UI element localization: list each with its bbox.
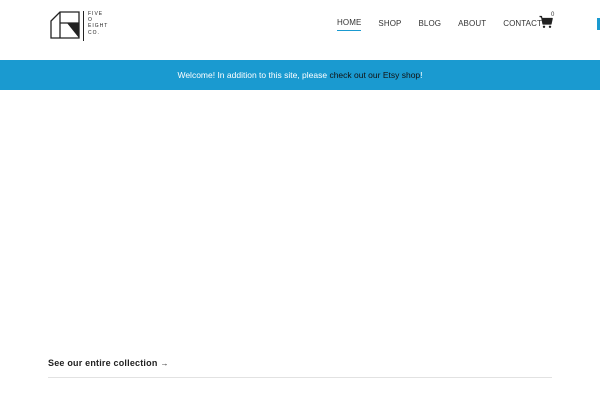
see-collection-link[interactable]: See our entire collection → xyxy=(48,358,169,368)
logo-line: CO. xyxy=(88,29,100,36)
banner-text: Welcome! In addition to this site, pleas… xyxy=(177,70,330,80)
nav-item-blog[interactable]: BLOG xyxy=(418,19,441,31)
site-header: FIVE O EIGHT CO. HOME SHOP BLOG ABOUT CO… xyxy=(0,0,600,60)
nav-item-home[interactable]: HOME xyxy=(337,18,362,31)
logo-divider xyxy=(83,11,84,41)
banner-text-end: ! xyxy=(420,70,423,80)
etsy-shop-link[interactable]: check out our Etsy shop xyxy=(329,70,420,80)
house-logo-icon xyxy=(50,11,80,39)
collection-link-label: See our entire collection xyxy=(48,358,158,368)
hero-area xyxy=(0,90,600,350)
nav-item-about[interactable]: ABOUT xyxy=(458,19,486,31)
section-divider xyxy=(48,377,552,378)
arrow-right-icon: → xyxy=(160,359,169,368)
main-nav: HOME SHOP BLOG ABOUT CONTACT xyxy=(337,18,559,31)
cart-count-badge: 0 xyxy=(551,12,555,18)
nav-item-contact[interactable]: CONTACT xyxy=(503,19,542,31)
logo[interactable]: FIVE O EIGHT CO. xyxy=(50,11,108,41)
logo-wordmark: FIVE O EIGHT CO. xyxy=(88,11,108,36)
announcement-banner: Welcome! In addition to this site, pleas… xyxy=(0,60,600,90)
nav-item-shop[interactable]: SHOP xyxy=(378,19,401,31)
